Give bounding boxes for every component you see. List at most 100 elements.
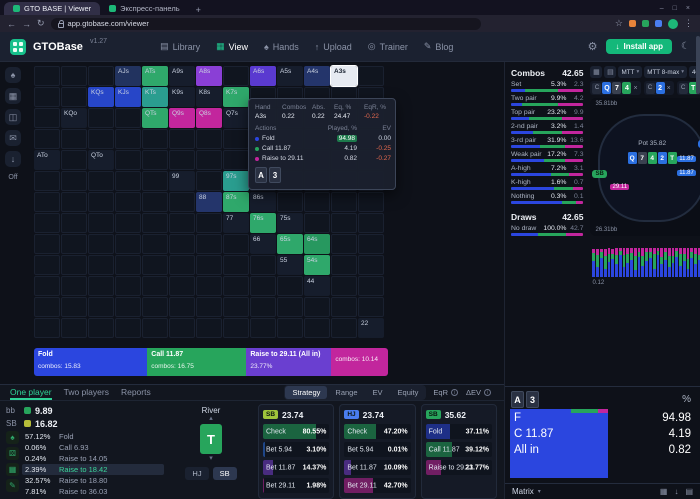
nav-item-blog[interactable]: ✎ Blog <box>424 41 454 52</box>
matrix-cell-KTs[interactable]: KTs <box>142 87 168 107</box>
matrix-cell-empty[interactable] <box>115 171 141 191</box>
matrix-cell-64s[interactable]: 64s <box>304 234 330 254</box>
matrix-cell-empty[interactable] <box>61 318 87 338</box>
nav-item-upload[interactable]: ↑ Upload <box>315 41 352 52</box>
mode-δev[interactable]: ΔEV i <box>463 388 494 397</box>
board-card-4[interactable]: 4 <box>622 82 632 94</box>
matrix-cell-empty[interactable] <box>250 297 276 317</box>
matrix-cell-empty[interactable] <box>34 234 60 254</box>
new-tab-button[interactable]: + <box>189 5 208 15</box>
mode-strategy[interactable]: Strategy <box>285 386 328 399</box>
combo-row[interactable]: Top pair 23.2% 9.9 <box>511 109 583 120</box>
matrix-cell-empty[interactable] <box>223 150 249 170</box>
url-field[interactable]: app.gtobase.com/viewer <box>50 17 481 30</box>
matrix-cell-empty[interactable] <box>88 318 114 338</box>
matrix-cell-QTs[interactable]: QTs <box>142 108 168 128</box>
matrix-cell-empty[interactable] <box>34 108 60 128</box>
matrix-cell-empty[interactable] <box>88 276 114 296</box>
matrix-cell-empty[interactable] <box>277 276 303 296</box>
combo-row[interactable]: Set 5.3% 2.3 <box>511 81 583 92</box>
board-card-2[interactable]: 2 <box>655 82 665 94</box>
board-card-Q[interactable]: Q <box>602 82 612 94</box>
rng-off-label[interactable]: Off <box>8 174 17 181</box>
strategy-action-row[interactable]: Bet 29.11 42.70% <box>344 478 411 493</box>
matrix-cell-ATo[interactable]: ATo <box>34 150 60 170</box>
position-button-hj[interactable]: HJ <box>185 467 209 480</box>
matrix-cell-Q9s[interactable]: Q9s <box>169 108 195 128</box>
extension-icon[interactable] <box>655 20 662 27</box>
matrix-cell-empty[interactable] <box>277 318 303 338</box>
matrix-cell-empty[interactable] <box>115 108 141 128</box>
matrix-cell-88[interactable]: 88 <box>196 192 222 212</box>
matrix-cell-empty[interactable] <box>196 234 222 254</box>
tab-reports[interactable]: Reports <box>121 385 151 400</box>
reload-icon[interactable]: ↻ <box>37 18 45 29</box>
matrix-cell-empty[interactable] <box>34 66 60 86</box>
gtobase-logo-icon[interactable] <box>10 38 26 55</box>
matrix-cell-empty[interactable] <box>115 255 141 275</box>
matrix-cell-KQo[interactable]: KQo <box>61 108 87 128</box>
matrix-cell-empty[interactable] <box>61 129 87 149</box>
matrix-cell-empty[interactable] <box>34 87 60 107</box>
toolbar-icon-2[interactable]: ▤ <box>685 487 693 496</box>
matrix-cell-empty[interactable] <box>196 150 222 170</box>
action-line-item[interactable]: 7.81% Raise to 36.03 <box>22 486 164 497</box>
matrix-cell-empty[interactable] <box>250 255 276 275</box>
combo-row[interactable]: A-high 7.2% 3.1 <box>511 165 583 176</box>
board-card-7[interactable]: 7 <box>612 82 622 94</box>
matrix-cell-A3s[interactable]: A3s <box>330 65 358 87</box>
matrix-cell-empty[interactable] <box>88 108 114 128</box>
matrix-cell-empty[interactable] <box>196 129 222 149</box>
board-change-button[interactable]: C <box>678 82 688 94</box>
mode-eqr[interactable]: EqR i <box>430 388 461 397</box>
matrix-cell-22[interactable]: 22 <box>358 318 384 338</box>
combo-row[interactable]: Weak pair 17.2% 7.3 <box>511 151 583 162</box>
mode-ev[interactable]: EV <box>366 386 390 399</box>
matrix-cell-empty[interactable] <box>250 276 276 296</box>
strategy-action-row[interactable]: Check 47.20% <box>344 424 411 439</box>
matrix-cell-empty[interactable] <box>34 255 60 275</box>
matrix-cell-55[interactable]: 55 <box>277 255 303 275</box>
bookmark-star-icon[interactable]: ☆ <box>615 18 623 29</box>
matrix-cell-empty[interactable] <box>358 297 384 317</box>
matrix-cell-empty[interactable] <box>304 213 330 233</box>
matrix-cell-K7s[interactable]: K7s <box>223 87 249 107</box>
board-change-button[interactable]: C <box>645 82 655 94</box>
matrix-cell-A5s[interactable]: A5s <box>277 66 303 86</box>
matrix-cell-empty[interactable] <box>88 213 114 233</box>
close-icon[interactable]: × <box>686 5 690 12</box>
rail-button-1[interactable]: ▦ <box>5 88 21 104</box>
action-line-item[interactable]: 57.12% Fold <box>22 431 164 442</box>
matrix-cell-empty[interactable] <box>250 318 276 338</box>
matrix-cell-empty[interactable] <box>358 66 384 86</box>
matrix-cell-empty[interactable] <box>61 171 87 191</box>
matrix-cell-76s[interactable]: 76s <box>250 213 276 233</box>
scrollbar[interactable] <box>696 36 700 94</box>
matrix-cell-empty[interactable] <box>223 255 249 275</box>
toolbar-icon-0[interactable]: ▦ <box>660 487 668 496</box>
matrix-cell-empty[interactable] <box>88 255 114 275</box>
matrix-cell-66[interactable]: 66 <box>250 234 276 254</box>
matrix-cell-empty[interactable] <box>169 276 195 296</box>
board-change-button[interactable]: C <box>592 82 602 94</box>
matrix-cell-empty[interactable] <box>142 276 168 296</box>
install-app-button[interactable]: ↓ Install app <box>606 39 673 54</box>
matrix-cell-empty[interactable] <box>358 192 384 212</box>
matrix-cell-empty[interactable] <box>34 318 60 338</box>
matrix-cell-empty[interactable] <box>169 150 195 170</box>
matrix-cell-empty[interactable] <box>169 234 195 254</box>
matrix-cell-empty[interactable] <box>331 213 357 233</box>
matrix-cell-empty[interactable] <box>304 297 330 317</box>
matrix-cell-KJs[interactable]: KJs <box>115 87 141 107</box>
combo-row[interactable]: 3-rd pair 31.9% 13.6 <box>511 137 583 148</box>
matrix-cell-empty[interactable] <box>142 150 168 170</box>
combo-row[interactable]: Nothing 0.3% 0.1 <box>511 193 583 204</box>
matrix-cell-empty[interactable] <box>88 66 114 86</box>
matrix-cell-empty[interactable] <box>277 192 303 212</box>
nav-item-library[interactable]: ▤ Library <box>160 41 200 52</box>
matrix-cell-77[interactable]: 77 <box>223 213 249 233</box>
matrix-cell-empty[interactable] <box>169 297 195 317</box>
matrix-cell-empty[interactable] <box>223 297 249 317</box>
matrix-cell-44[interactable]: 44 <box>304 276 330 296</box>
tab-one-player[interactable]: One player <box>10 385 52 400</box>
